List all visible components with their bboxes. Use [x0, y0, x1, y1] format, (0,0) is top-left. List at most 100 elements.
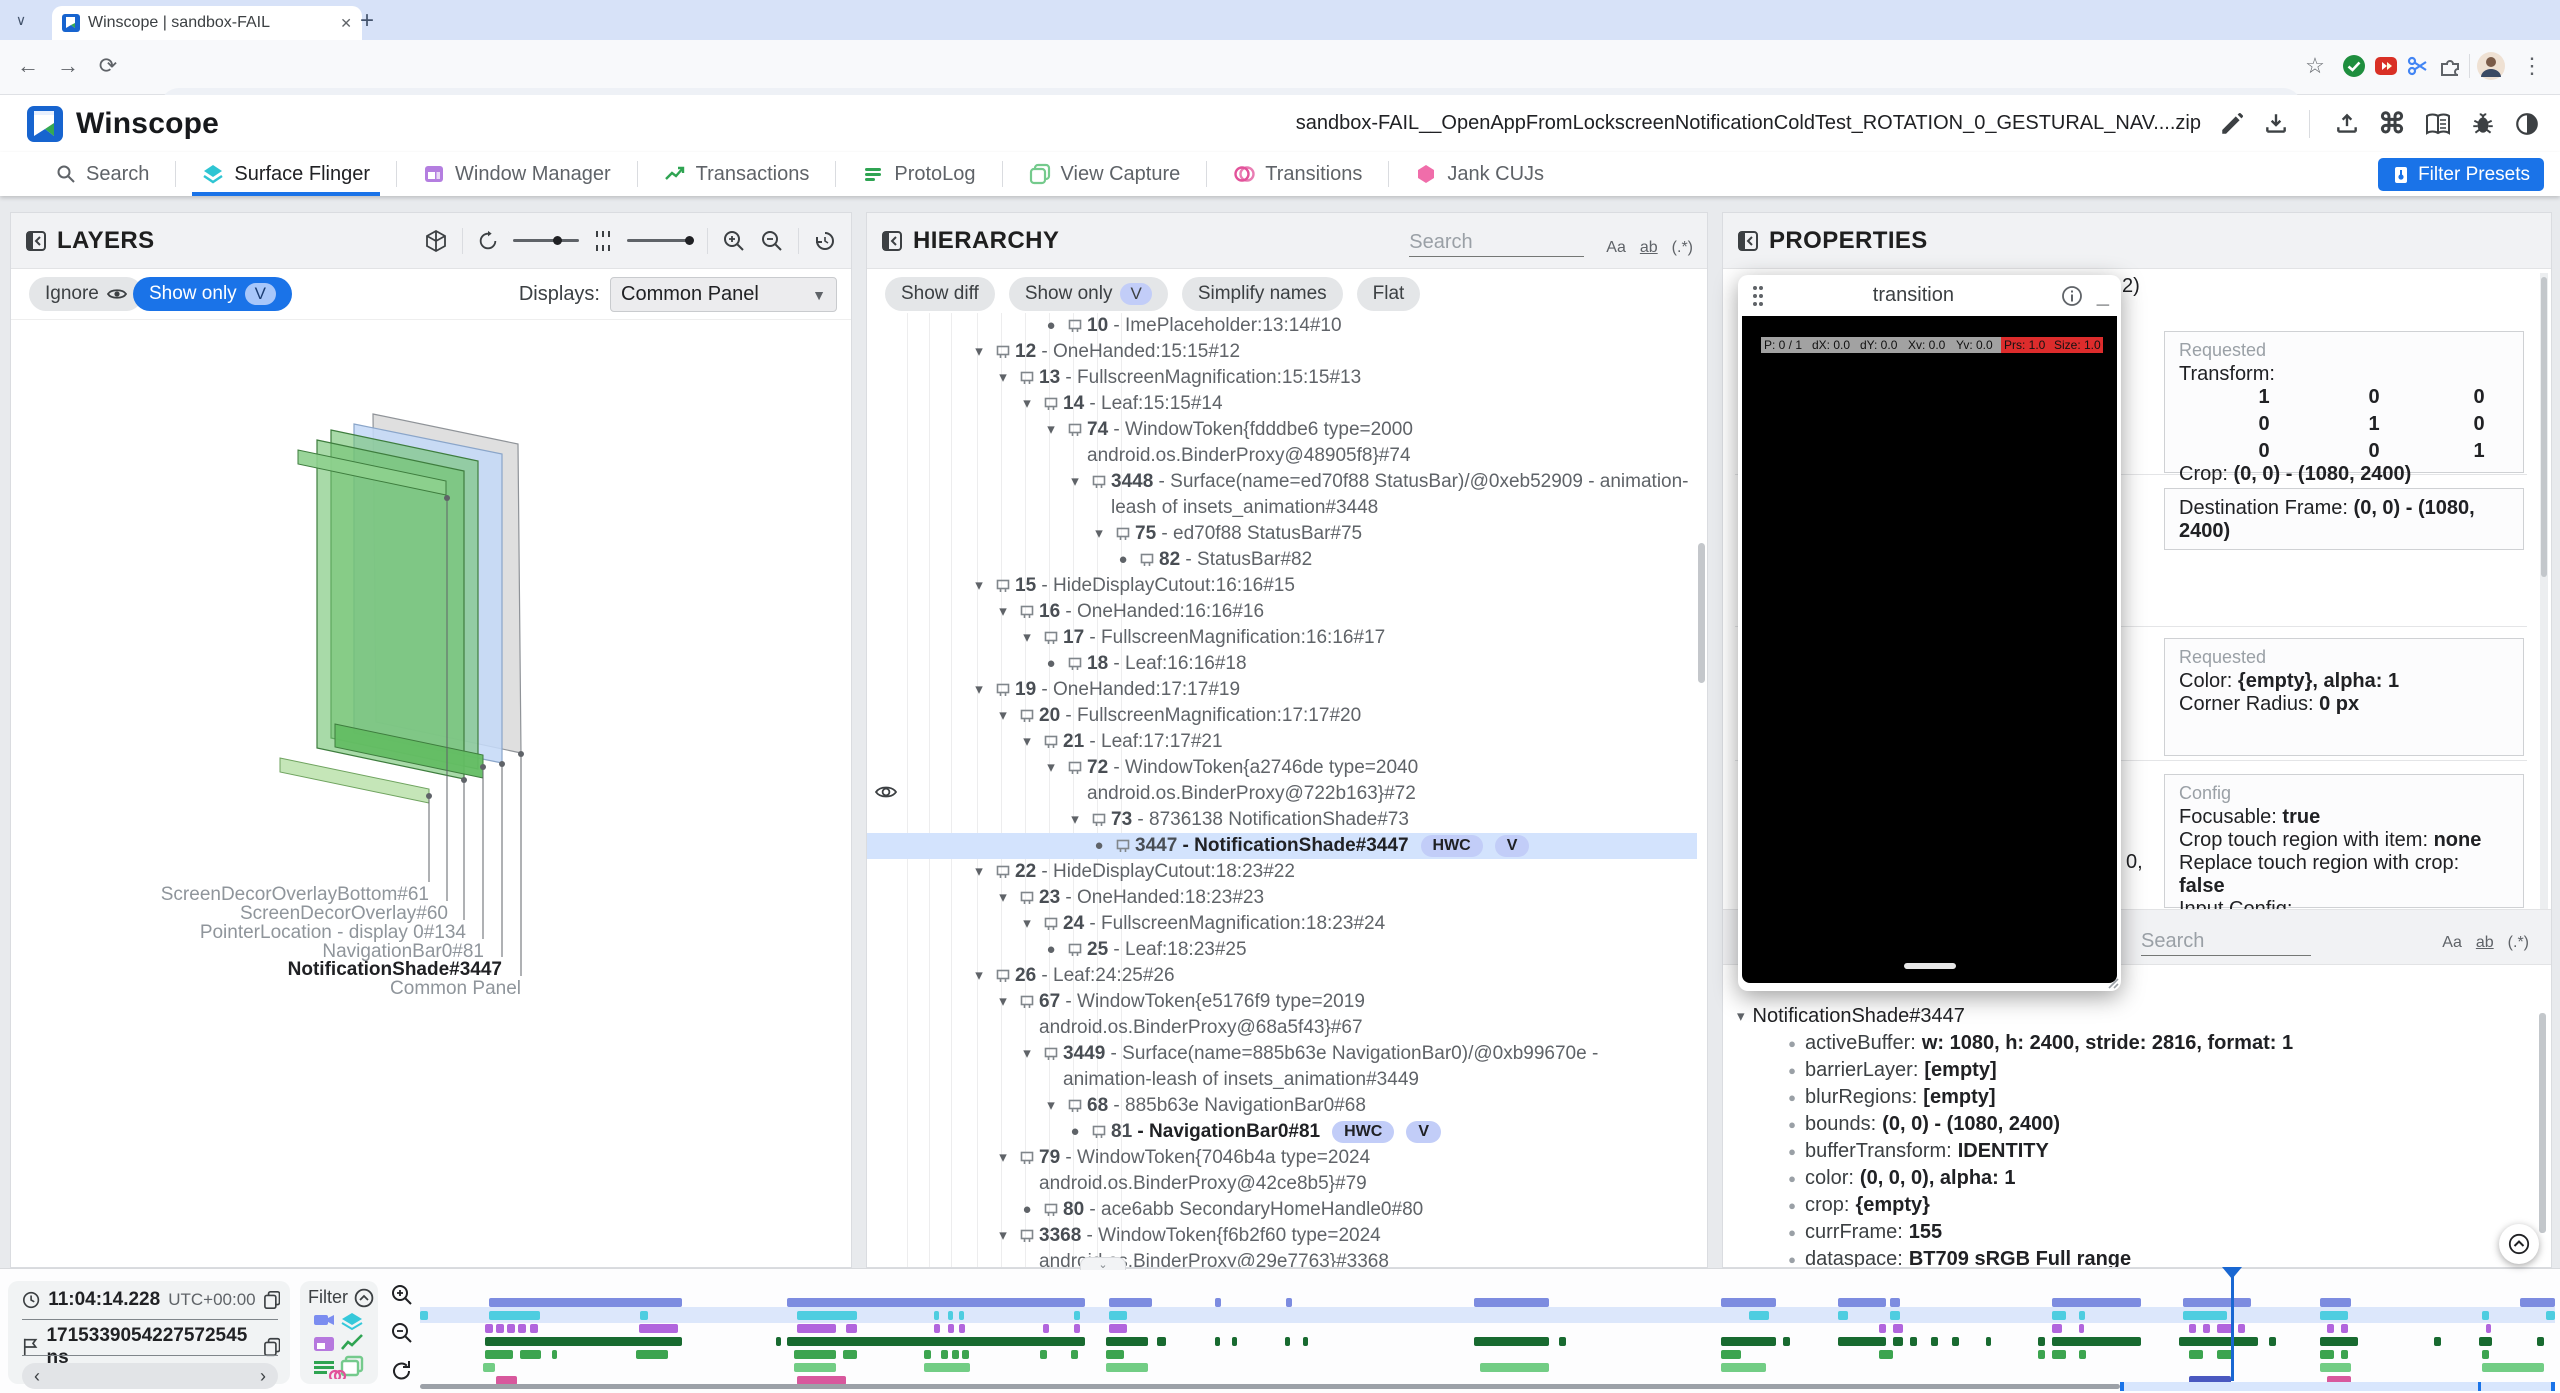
- tree-row[interactable]: ▾ 3448 - Surface(name=ed70f88 StatusBar)…: [867, 469, 1697, 521]
- trace-event-bar[interactable]: [2269, 1337, 2276, 1346]
- tab-search[interactable]: Search: [30, 152, 175, 196]
- trace-event-bar[interactable]: [2052, 1324, 2062, 1333]
- flat-chip[interactable]: Flat: [1357, 277, 1421, 311]
- show-diff-chip[interactable]: Show diff: [885, 277, 995, 311]
- tree-row[interactable]: ▾ 72 - WindowToken{a2746de type=2040 and…: [867, 755, 1697, 807]
- tree-row[interactable]: ▾ 3449 - Surface(name=885b63e Navigation…: [867, 1041, 1697, 1093]
- tree-toggle-icon[interactable]: ▾: [967, 963, 991, 989]
- trace-event-bar[interactable]: [1952, 1337, 1959, 1346]
- trace-event-bar[interactable]: [489, 1298, 682, 1307]
- node-property-row[interactable]: ●barrierLayer:[empty]: [1779, 1057, 2531, 1084]
- trace-event-bar[interactable]: [959, 1324, 965, 1333]
- trace-event-bar[interactable]: [2052, 1350, 2066, 1359]
- transition-screenshot-window[interactable]: transition _ P: 0 / 1dX: 0.0dY: 0.0Xv: 0…: [1738, 275, 2121, 991]
- timeline-cursor[interactable]: [2231, 1269, 2234, 1381]
- trace-event-bar[interactable]: [2038, 1337, 2045, 1346]
- hierarchy-search-input[interactable]: Search: [1409, 224, 1584, 257]
- trace-event-bar[interactable]: [2038, 1350, 2045, 1359]
- tree-toggle-icon[interactable]: ▾: [1015, 625, 1039, 651]
- collapse-filter-icon[interactable]: [354, 1288, 374, 1308]
- reload-icon[interactable]: ⟳: [88, 46, 128, 86]
- node-root-row[interactable]: ▾ NotificationShade#3447: [1737, 1003, 2531, 1030]
- trace-event-bar[interactable]: [776, 1337, 781, 1346]
- trace-event-bar[interactable]: [941, 1350, 948, 1359]
- timeline-scrollbar[interactable]: [420, 1384, 2120, 1389]
- trace-event-bar[interactable]: [1474, 1298, 1549, 1307]
- timeline-zoom-in-icon[interactable]: [390, 1283, 414, 1307]
- tree-row[interactable]: ▾ 24 - FullscreenMagnification:18:23#24: [867, 911, 1697, 937]
- trace-event-bar[interactable]: [1106, 1337, 1148, 1346]
- node-property-row[interactable]: ●currFrame:155: [1779, 1219, 2531, 1246]
- info-icon[interactable]: [2061, 285, 2083, 307]
- tree-toggle-icon[interactable]: ▾: [991, 703, 1015, 729]
- trace-event-bar[interactable]: [1286, 1298, 1292, 1307]
- shortcuts-icon[interactable]: ⌘: [2378, 107, 2406, 140]
- forward-icon[interactable]: →: [48, 46, 88, 86]
- trace-event-bar[interactable]: [924, 1350, 931, 1359]
- trace-event-bar[interactable]: [2238, 1324, 2245, 1333]
- trace-event-bar[interactable]: [948, 1311, 953, 1320]
- browser-menu-icon[interactable]: ⋮: [2512, 46, 2552, 86]
- tree-toggle-icon[interactable]: ▾: [991, 885, 1015, 911]
- collapse-panel-icon[interactable]: [25, 230, 47, 252]
- trace-event-bar[interactable]: [640, 1311, 648, 1320]
- tree-row[interactable]: ▾ 23 - OneHanded:18:23#23: [867, 885, 1697, 911]
- trace-event-bar[interactable]: [2341, 1324, 2348, 1333]
- trace-event-bar[interactable]: [2183, 1298, 2251, 1307]
- rotation-slider[interactable]: [513, 239, 579, 242]
- trace-event-bar[interactable]: [1474, 1337, 1549, 1346]
- match-case-icon[interactable]: Aa: [2442, 934, 2462, 952]
- tab-window-manager[interactable]: Window Manager: [397, 152, 637, 196]
- node-chevron-icon[interactable]: ▾: [1737, 1003, 1745, 1030]
- tab-transitions[interactable]: Transitions: [1207, 152, 1388, 196]
- trace-event-bar[interactable]: [1303, 1337, 1308, 1346]
- regex-icon[interactable]: (.*): [2508, 934, 2529, 952]
- tab-close-icon[interactable]: ✕: [340, 15, 352, 32]
- trace-event-bar[interactable]: [496, 1324, 504, 1333]
- tree-toggle-icon[interactable]: ▾: [991, 989, 1015, 1015]
- bookmark-star-icon[interactable]: ☆: [2295, 46, 2335, 86]
- trace-event-bar[interactable]: [1721, 1363, 1766, 1372]
- trace-event-bar[interactable]: [520, 1350, 541, 1359]
- trace-event-bar[interactable]: [2179, 1337, 2258, 1346]
- match-word-icon[interactable]: ab: [2476, 934, 2494, 952]
- 3d-view-icon[interactable]: [424, 229, 448, 253]
- match-word-icon[interactable]: ab: [1640, 239, 1658, 257]
- tree-row[interactable]: ● 81 - NavigationBar0#81HWCV: [867, 1119, 1697, 1145]
- tree-row[interactable]: ▾ 12 - OneHanded:15:15#12: [867, 339, 1697, 365]
- trace-event-bar[interactable]: [2189, 1324, 2196, 1333]
- tab-surface-flinger[interactable]: Surface Flinger: [176, 152, 396, 196]
- drag-handle-icon[interactable]: [1750, 284, 1766, 308]
- trace-event-bar[interactable]: [2482, 1311, 2489, 1320]
- tree-row[interactable]: ▾ 15 - HideDisplayCutout:16:16#15: [867, 573, 1697, 599]
- tab-search-button[interactable]: ∨: [8, 8, 34, 32]
- tree-toggle-icon[interactable]: ▾: [967, 859, 991, 885]
- tree-toggle-icon[interactable]: ▾: [967, 573, 991, 599]
- trace-type-icons[interactable]: [312, 1313, 366, 1379]
- tree-toggle-icon[interactable]: ●: [1063, 1119, 1087, 1145]
- tree-row[interactable]: ▾ 74 - WindowToken{fdddbe6 type=2000 and…: [867, 417, 1697, 469]
- scroll-to-top-button[interactable]: [2499, 1224, 2539, 1264]
- trace-event-bar[interactable]: [1480, 1363, 1549, 1372]
- copy-icon[interactable]: [264, 1290, 280, 1310]
- trace-event-bar[interactable]: [485, 1350, 513, 1359]
- trace-event-bar[interactable]: [2320, 1363, 2351, 1372]
- trace-event-bar[interactable]: [797, 1311, 857, 1320]
- trace-event-bar[interactable]: [1838, 1337, 1886, 1346]
- trace-event-bar[interactable]: [1721, 1298, 1776, 1307]
- zoom-in-icon[interactable]: [722, 229, 746, 253]
- trace-event-bar[interactable]: [952, 1350, 959, 1359]
- tab-view-capture[interactable]: View Capture: [1003, 152, 1207, 196]
- tree-toggle-icon[interactable]: ▾: [1015, 911, 1039, 937]
- trace-event-bar[interactable]: [485, 1324, 493, 1333]
- tree-row[interactable]: ▾ 16 - OneHanded:16:16#16: [867, 599, 1697, 625]
- back-icon[interactable]: ←: [8, 46, 48, 86]
- collapse-panel-icon[interactable]: [881, 230, 903, 252]
- extension-scissors-icon[interactable]: [2405, 53, 2431, 79]
- trace-event-bar[interactable]: [934, 1311, 939, 1320]
- tree-row[interactable]: ● 3447 - NotificationShade#3447HWCV: [867, 833, 1697, 859]
- trace-event-bar[interactable]: [2482, 1363, 2544, 1372]
- documentation-icon[interactable]: [2424, 111, 2452, 137]
- trace-event-bar[interactable]: [485, 1337, 682, 1346]
- properties-bottom-scrollbar[interactable]: [2539, 1013, 2546, 1233]
